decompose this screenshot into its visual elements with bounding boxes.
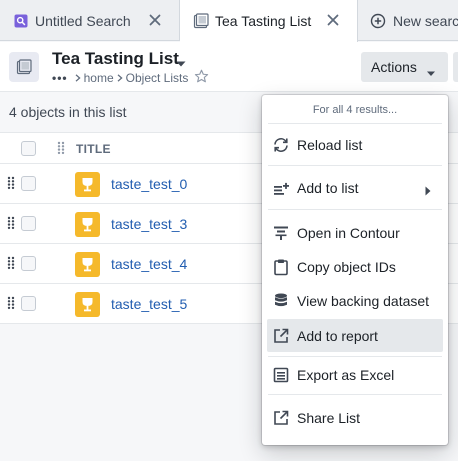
menu-item-label: Add to report xyxy=(297,328,378,344)
caret-right-icon xyxy=(425,183,431,199)
menu-item-label: Export as Excel xyxy=(297,367,395,383)
menu-divider xyxy=(268,394,442,395)
object-list-icon xyxy=(193,13,209,29)
close-icon[interactable] xyxy=(147,12,163,28)
actions-button[interactable]: Actions xyxy=(361,52,448,82)
object-link[interactable]: taste_test_4 xyxy=(111,256,187,272)
tab-tea-tasting-list[interactable]: Tea Tasting List xyxy=(180,0,358,42)
database-icon xyxy=(272,292,290,310)
tab-new-search[interactable]: New search xyxy=(358,0,458,41)
refresh-icon xyxy=(272,136,290,154)
chevron-down-icon[interactable] xyxy=(175,55,187,71)
clipboard-icon xyxy=(272,258,290,276)
object-link[interactable]: taste_test_0 xyxy=(111,176,187,192)
menu-divider xyxy=(268,123,442,124)
column-drag-handle-icon[interactable] xyxy=(57,141,65,158)
menu-item-open-in-contour[interactable]: Open in Contour xyxy=(267,216,443,249)
menu-item-reload-list[interactable]: Reload list xyxy=(267,128,443,161)
object-link[interactable]: taste_test_3 xyxy=(111,216,187,232)
tab-label: New search xyxy=(393,12,458,29)
menu-item-view-backing-dataset[interactable]: View backing dataset xyxy=(267,284,443,317)
menu-item-label: Add to list xyxy=(297,180,359,196)
tea-cup-icon xyxy=(75,212,100,237)
row-checkbox[interactable] xyxy=(21,256,36,271)
tea-cup-icon xyxy=(75,252,100,277)
row-drag-handle-icon[interactable] xyxy=(7,216,15,233)
breadcrumb-item-home[interactable]: home xyxy=(84,71,114,85)
object-count: 4 objects in this list xyxy=(9,104,127,120)
more-button[interactable] xyxy=(453,52,458,82)
menu-header: For all 4 results... xyxy=(312,104,398,116)
column-header-title[interactable]: TITLE xyxy=(76,142,111,156)
menu-divider xyxy=(268,165,442,166)
contour-icon xyxy=(272,224,290,242)
tab-bar: Untitled Search Tea Tasting List New sea… xyxy=(0,0,458,42)
star-icon[interactable] xyxy=(194,69,209,87)
tab-untitled-search[interactable]: Untitled Search xyxy=(0,0,180,41)
close-icon[interactable] xyxy=(325,12,341,28)
export-icon xyxy=(272,327,290,345)
row-drag-handle-icon[interactable] xyxy=(7,256,15,273)
plus-circle-icon xyxy=(370,13,386,29)
menu-item-share-list[interactable]: Share List xyxy=(267,401,443,434)
actions-button-label: Actions xyxy=(371,59,417,75)
select-all-checkbox[interactable] xyxy=(21,141,36,156)
menu-item-add-to-list[interactable]: Add to list xyxy=(267,171,443,204)
menu-item-label: Share List xyxy=(297,410,361,426)
object-link[interactable]: taste_test_5 xyxy=(111,296,187,312)
row-checkbox[interactable] xyxy=(21,216,36,231)
menu-item-copy-object-ids[interactable]: Copy object IDs xyxy=(267,250,443,283)
menu-divider xyxy=(268,209,442,210)
page-title: Tea Tasting List xyxy=(52,49,179,68)
breadcrumb-item-object-lists[interactable]: Object Lists xyxy=(126,71,189,85)
caret-down-icon xyxy=(426,64,436,80)
share-icon xyxy=(272,409,290,427)
row-drag-handle-icon[interactable] xyxy=(7,176,15,193)
row-checkbox[interactable] xyxy=(21,176,36,191)
tab-label: Tea Tasting List xyxy=(215,13,312,29)
page-header: Tea Tasting List ••• home Object Lists A… xyxy=(0,42,458,92)
menu-item-label: Copy object IDs xyxy=(297,259,396,275)
actions-menu: For all 4 results... Reload list Add to … xyxy=(262,95,448,445)
search-doc-icon xyxy=(13,13,29,29)
add-to-list-icon xyxy=(272,179,290,197)
row-checkbox[interactable] xyxy=(21,296,36,311)
object-list-icon xyxy=(9,52,39,82)
chevron-right-icon xyxy=(117,71,123,85)
row-drag-handle-icon[interactable] xyxy=(7,296,15,313)
tea-cup-icon xyxy=(75,172,100,197)
breadcrumb: ••• home Object Lists xyxy=(52,71,188,85)
tab-label: Untitled Search xyxy=(35,12,131,29)
menu-divider xyxy=(268,356,442,357)
menu-item-label: Reload list xyxy=(297,137,363,153)
chevron-right-icon xyxy=(75,71,81,85)
menu-item-export-as-excel[interactable]: Export as Excel xyxy=(267,358,443,391)
tea-cup-icon xyxy=(75,292,100,317)
menu-item-label: View backing dataset xyxy=(297,293,430,309)
excel-icon xyxy=(272,366,290,384)
menu-item-add-to-report[interactable]: Add to report xyxy=(267,319,443,352)
menu-item-label: Open in Contour xyxy=(297,225,400,241)
breadcrumb-overflow[interactable]: ••• xyxy=(52,71,68,85)
